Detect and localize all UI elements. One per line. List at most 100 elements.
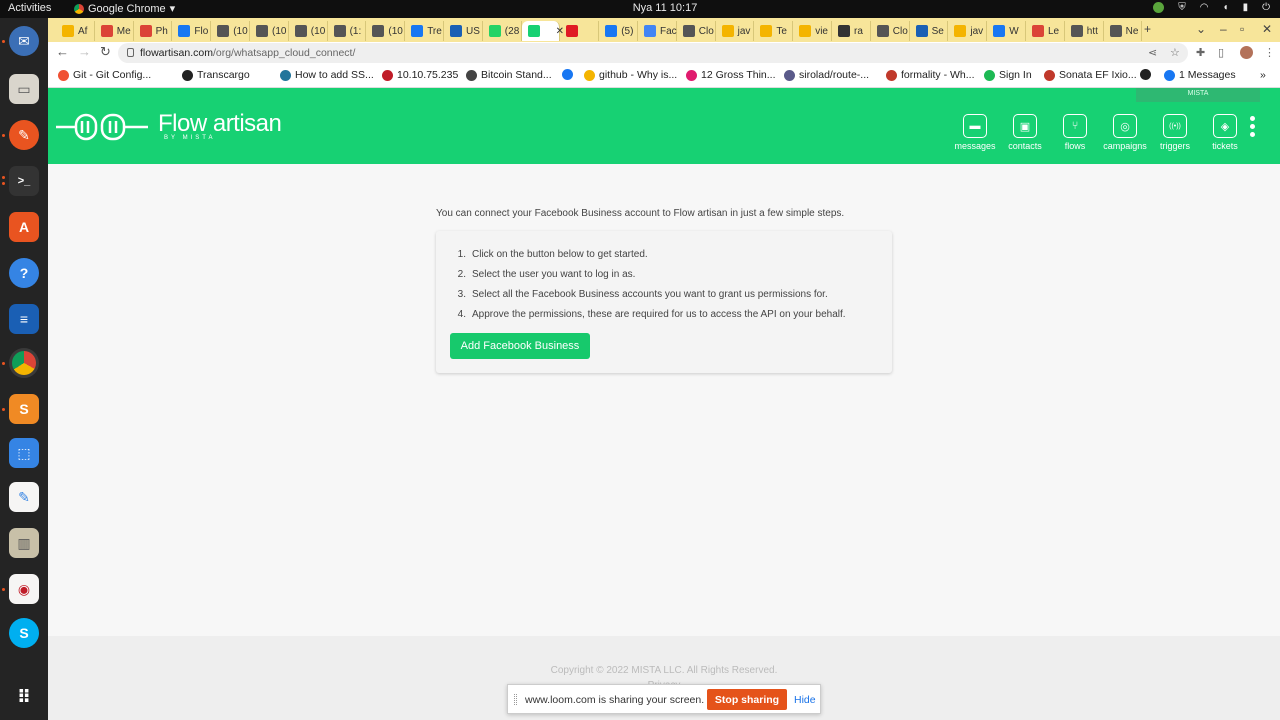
help-icon[interactable]: ? — [9, 258, 39, 288]
profile-avatar[interactable] — [1240, 46, 1253, 59]
bookmark-item[interactable]: formality - Wh... — [886, 69, 975, 81]
browser-tab[interactable]: vie — [793, 21, 832, 41]
bookmark-item[interactable]: How to add SS... — [280, 69, 374, 81]
text-editor-icon[interactable]: ✎ — [9, 482, 39, 512]
tab-favicon-icon — [488, 25, 501, 37]
more-menu-icon[interactable] — [1250, 116, 1258, 140]
writer-icon[interactable]: ≡ — [9, 304, 39, 334]
skype-icon[interactable]: S — [9, 618, 39, 648]
tooltip: MISTA — [1136, 88, 1260, 102]
step-number: 2. — [457, 269, 466, 280]
tab-favicon-icon — [178, 25, 191, 37]
nav-item-messages[interactable]: ▬ messages — [950, 114, 1000, 151]
postman-icon[interactable]: ✎ — [9, 120, 39, 150]
browser-tab[interactable]: Tre — [405, 21, 444, 41]
bookmark-item[interactable]: Sonata EF Ixio... — [1044, 69, 1137, 81]
document-viewer-icon[interactable]: ◉ — [9, 574, 39, 604]
battery-icon: ▮ — [1242, 2, 1249, 13]
browser-tab[interactable]: Se — [910, 21, 949, 41]
tab-search-icon[interactable]: ⌄ — [1196, 22, 1206, 36]
browser-tab[interactable]: (10 — [250, 21, 289, 41]
bookmark-item[interactable]: sirolad/route-... — [784, 69, 869, 81]
sublime-icon[interactable]: S — [9, 394, 39, 424]
browser-tab[interactable]: Me — [95, 21, 134, 41]
browser-tab[interactable]: Fac — [638, 21, 677, 41]
files-icon[interactable]: ▭ — [9, 74, 39, 104]
back-icon[interactable]: ← — [56, 44, 69, 59]
bookmark-item[interactable]: Bitcoin Stand... — [466, 69, 552, 81]
browser-tab[interactable]: US — [444, 21, 483, 41]
browser-tab[interactable]: Ph — [134, 21, 173, 41]
chrome-dock-icon[interactable] — [9, 348, 39, 378]
bookmark-item[interactable]: 12 Gross Thin... — [686, 69, 776, 81]
browser-tab[interactable]: Clo — [871, 21, 910, 41]
browser-tab[interactable]: (5) — [599, 21, 638, 41]
star-icon[interactable]: ☆ — [1170, 46, 1180, 59]
bookmark-item[interactable]: github - Why is... — [584, 69, 677, 81]
chrome-menu-icon[interactable]: ⋮ — [1264, 46, 1275, 59]
bookmark-item[interactable]: 1 Messages — [1164, 69, 1236, 81]
browser-tab[interactable]: jav — [716, 21, 755, 41]
browser-tab[interactable]: (10 — [211, 21, 250, 41]
browser-tab[interactable]: Af — [56, 21, 95, 41]
bookmark-item[interactable]: Transcargo — [182, 69, 250, 81]
browser-tab[interactable]: (28 — [483, 21, 522, 41]
tab-label: (1: — [349, 25, 362, 37]
browser-tab[interactable]: W — [987, 21, 1026, 41]
extensions-icon[interactable]: ✚ — [1196, 46, 1205, 59]
browser-tab[interactable]: (1: — [328, 21, 367, 41]
logo[interactable]: Flow artisan BY MISTA — [54, 110, 282, 144]
browser-tab[interactable]: Te — [754, 21, 794, 41]
reload-icon[interactable]: ↻ — [100, 44, 111, 60]
nav-item-tickets[interactable]: ◈ tickets — [1200, 114, 1250, 151]
share-icon[interactable]: ⋖ — [1148, 46, 1157, 59]
more-bookmarks-icon[interactable]: » — [1260, 69, 1266, 81]
tab-favicon-icon — [333, 25, 346, 37]
close-window-icon[interactable]: ✕ — [1262, 22, 1272, 36]
browser-tab[interactable]: Flo — [172, 21, 212, 41]
drag-handle-icon[interactable] — [514, 694, 517, 705]
bookmark-item[interactable]: Git - Git Config... — [58, 69, 151, 81]
browser-tab[interactable]: htt — [1065, 21, 1104, 41]
bookmark-item[interactable]: 10.10.75.235 — [382, 69, 458, 81]
app-grid-icon[interactable]: ⠿ — [9, 682, 39, 712]
thunderbird-icon[interactable]: ✉ — [9, 26, 39, 56]
add-facebook-business-button[interactable]: Add Facebook Business — [450, 333, 590, 359]
bookmark-label: formality - Wh... — [901, 69, 975, 81]
brand-name: Flow artisan — [158, 110, 282, 137]
browser-tab[interactable] — [560, 21, 600, 41]
terminal-icon[interactable]: >_ — [9, 166, 39, 196]
browser-tab[interactable]: Clo — [677, 21, 716, 41]
browser-tab[interactable]: jav — [948, 21, 988, 41]
browser-tab[interactable]: (10 — [289, 21, 328, 41]
screenshot-icon[interactable]: ⬚ — [9, 438, 39, 468]
archive-icon[interactable]: ▥ — [9, 528, 39, 558]
stop-sharing-button[interactable]: Stop sharing — [707, 689, 787, 710]
forward-icon[interactable]: → — [78, 44, 91, 59]
bookmark-item[interactable] — [1140, 69, 1155, 80]
nav-item-campaigns[interactable]: ◎ campaigns — [1100, 114, 1150, 151]
bookmark-favicon-icon — [562, 69, 573, 80]
new-tab-button[interactable]: + — [1144, 22, 1151, 36]
tab-favicon-icon — [682, 25, 695, 37]
browser-tab[interactable]: ra — [832, 21, 871, 41]
browser-tab[interactable]: ✕ — [521, 21, 564, 41]
software-center-icon[interactable]: A — [9, 212, 39, 242]
bookmark-item[interactable] — [562, 69, 577, 80]
clock[interactable]: Nya 11 10:17 — [0, 2, 1280, 14]
nav-item-contacts[interactable]: ▣ contacts — [1000, 114, 1050, 151]
system-tray[interactable]: ⛨ ◠ ◖ ▮ ⏻ — [1153, 2, 1270, 13]
nav-item-flows[interactable]: ⑂ flows — [1050, 114, 1100, 151]
browser-tab[interactable]: Le — [1026, 21, 1065, 41]
hide-button[interactable]: Hide — [794, 694, 816, 706]
tab-label: jav — [737, 25, 751, 37]
minimize-icon[interactable]: – — [1220, 22, 1227, 36]
nav-item-triggers[interactable]: ((•)) triggers — [1150, 114, 1200, 151]
side-panel-icon[interactable]: ▯ — [1218, 46, 1224, 59]
browser-tab[interactable]: (10 — [366, 21, 406, 41]
bookmark-item[interactable]: Sign In — [984, 69, 1032, 81]
address-bar[interactable]: flowartisan.com/org/whatsapp_cloud_conne… — [118, 43, 1188, 63]
tab-favicon-icon — [411, 25, 424, 37]
maximize-icon[interactable]: ▫ — [1240, 22, 1244, 36]
browser-tab[interactable]: Ne — [1104, 21, 1143, 41]
